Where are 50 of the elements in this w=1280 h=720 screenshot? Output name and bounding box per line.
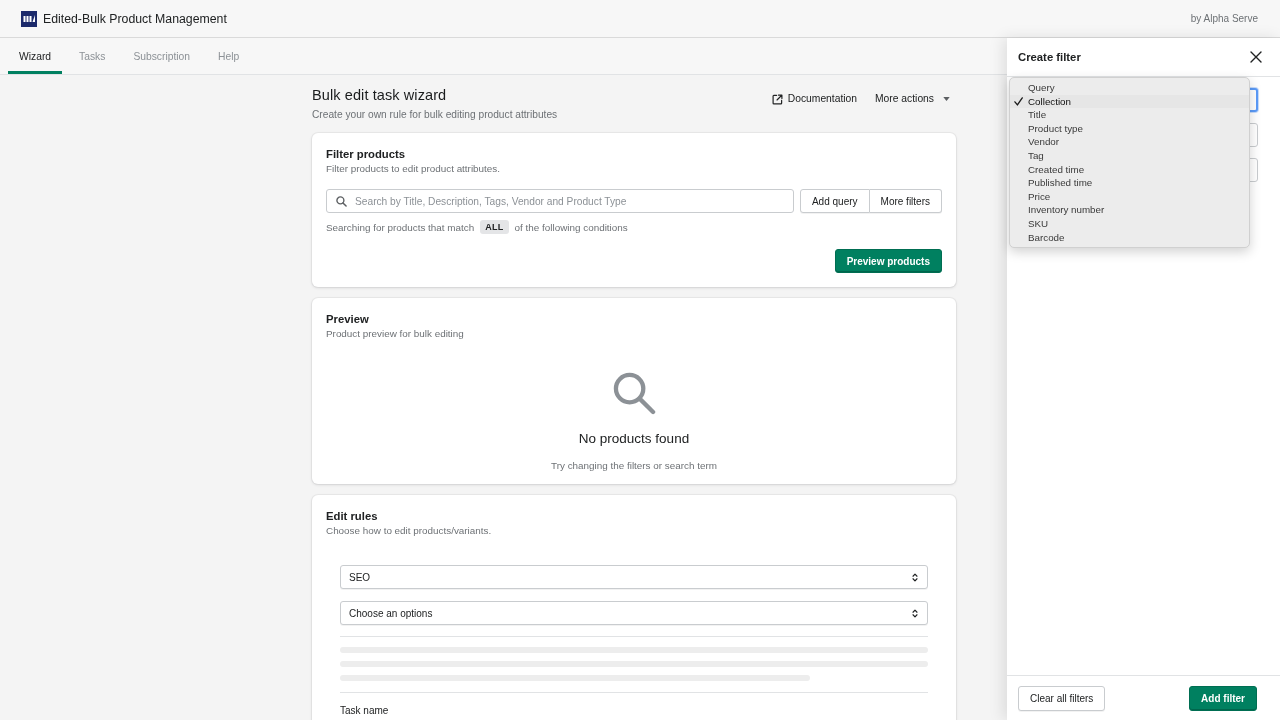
card-title: Preview [326,312,369,327]
match-mode-tag: ALL [480,220,509,234]
panel-title: Create filter [1018,51,1082,63]
check-icon [1014,96,1023,106]
up-down-arrows-icon [912,608,918,618]
dropdown-option[interactable]: Product type [1010,121,1249,136]
dropdown-option[interactable]: Tag [1010,148,1249,163]
add-query-button[interactable]: Add query [799,189,870,213]
caret-down-icon [943,97,950,101]
search-icon [336,195,347,207]
more-filters-button[interactable]: More filters [869,189,942,213]
card-title: Filter products [326,147,406,162]
card-subtitle: Filter products to edit product attributes. [326,162,500,176]
dropdown-option[interactable]: Barcode [1010,230,1249,245]
clear-filters-button[interactable]: Clear all filters [1018,685,1106,711]
match-text: of the following conditions [514,221,628,233]
dropdown-option[interactable]: Inventory number [1010,203,1249,217]
magnifier-icon [612,372,656,415]
up-down-arrows-icon [912,572,918,582]
empty-state-hint: Try changing the filters or search term [551,459,717,473]
card-title: Edit rules [326,509,378,524]
empty-state-heading: No products found [578,430,690,448]
dropdown-option[interactable]: SKU [1010,216,1249,231]
dropdown-option[interactable]: Created time [1010,162,1249,177]
dropdown-option[interactable]: Query [1010,81,1249,95]
page-subtitle: Create your own rule for bulk editing product attributes [312,108,558,122]
external-link-icon [771,93,783,105]
close-icon [1250,51,1262,63]
byline-text: by Alpha Serve [1190,13,1258,24]
dropdown-option[interactable]: Price [1010,189,1249,204]
dropdown-option[interactable]: Vendor [1010,135,1249,149]
more-actions-button[interactable]: More actions [875,90,950,108]
card-subtitle: Choose how to edit products/variants. [326,524,492,538]
page-title: Bulk edit task wizard [312,86,447,105]
app-title: Edited-Bulk Product Management [43,11,227,26]
close-button[interactable] [1248,49,1264,65]
dropdown-option[interactable]: Title [1010,108,1249,122]
tab[interactable]: Wizard [8,38,63,74]
app-logo-icon [21,10,37,27]
add-filter-button[interactable]: Add filter [1189,685,1257,711]
documentation-link[interactable]: Documentation [771,90,858,108]
card-subtitle: Product preview for bulk editing [326,327,464,341]
select-field[interactable]: Choose an options [340,601,928,625]
select-field[interactable]: SEO [340,565,928,589]
task-name-label: Task name [340,704,389,718]
preview-products-button[interactable]: Preview products [834,249,942,273]
match-text: Searching for products that match [326,221,475,233]
search-field[interactable]: Search by Title, Description, Tags, Vendor and Product Type [326,189,794,213]
dropdown-option[interactable]: Collection [1010,94,1249,109]
dropdown-option[interactable]: Published time [1010,176,1249,190]
